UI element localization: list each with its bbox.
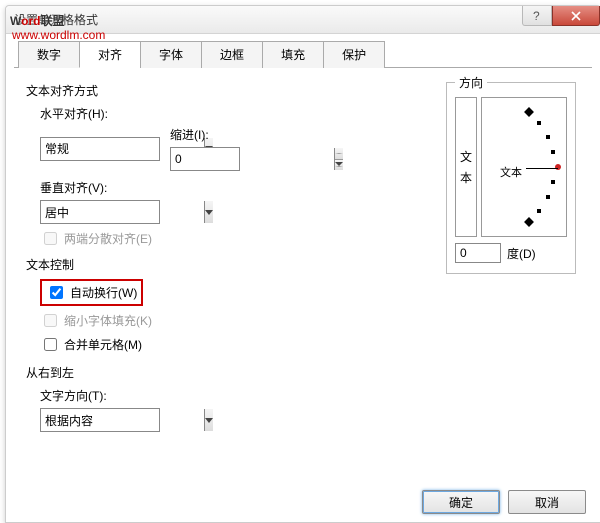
dial-text-label: 文本 xyxy=(500,164,522,180)
chevron-down-icon[interactable] xyxy=(204,409,213,431)
vertical-align-value[interactable] xyxy=(41,205,204,219)
close-button[interactable] xyxy=(552,6,600,26)
tab-font[interactable]: 字体 xyxy=(140,41,202,68)
wrap-text-input[interactable] xyxy=(50,286,63,299)
shrink-fit-input xyxy=(44,314,57,327)
titlebar: 设置单元格格式 ? xyxy=(6,6,600,34)
justify-distributed-input xyxy=(44,232,57,245)
degree-spinner[interactable] xyxy=(455,243,501,263)
vertical-text-box[interactable]: 文 本 xyxy=(455,97,477,237)
vertical-align-combo[interactable] xyxy=(40,200,160,224)
tab-border[interactable]: 边框 xyxy=(201,41,263,68)
orientation-legend: 方向 xyxy=(455,74,487,91)
dialog-window: 设置单元格格式 ? 数字 对齐 字体 边框 填充 保护 文本对齐方式 水平对齐(… xyxy=(5,5,600,523)
window-buttons: ? xyxy=(522,6,600,26)
merge-cells-input[interactable] xyxy=(44,338,57,351)
text-direction-combo[interactable] xyxy=(40,408,160,432)
degree-label: 度(D) xyxy=(507,245,536,262)
shrink-fit-checkbox[interactable]: 缩小字体填充(K) xyxy=(40,311,580,330)
indent-spinner[interactable] xyxy=(170,147,240,171)
shrink-fit-label: 缩小字体填充(K) xyxy=(64,312,152,329)
orientation-dial[interactable]: 文本 xyxy=(481,97,567,237)
rtl-controls: 文字方向(T): xyxy=(40,387,580,432)
tab-fill[interactable]: 填充 xyxy=(262,41,324,68)
client-area: 数字 对齐 字体 边框 填充 保护 文本对齐方式 水平对齐(H): 缩进(I): xyxy=(6,34,600,488)
window-title: 设置单元格格式 xyxy=(14,11,98,28)
indent-spin-buttons[interactable] xyxy=(334,148,343,170)
svg-text:?: ? xyxy=(533,11,540,21)
wrap-text-label: 自动换行(W) xyxy=(70,284,137,301)
help-button[interactable]: ? xyxy=(522,6,552,26)
orientation-pointer xyxy=(555,164,561,170)
tab-pane-alignment: 文本对齐方式 水平对齐(H): 缩进(I): xyxy=(14,68,592,480)
horizontal-align-combo[interactable] xyxy=(40,137,160,161)
chevron-down-icon[interactable] xyxy=(204,201,213,223)
indent-value[interactable] xyxy=(171,148,334,170)
wrap-text-checkbox[interactable]: 自动换行(W) xyxy=(46,283,137,302)
indent-group: 缩进(I): xyxy=(170,126,240,171)
tab-protect[interactable]: 保护 xyxy=(323,41,385,68)
merge-cells-checkbox[interactable]: 合并单元格(M) xyxy=(40,335,580,354)
cancel-button[interactable]: 取消 xyxy=(508,490,586,514)
tab-alignment[interactable]: 对齐 xyxy=(79,41,141,68)
orientation-group: 方向 文 本 xyxy=(446,74,576,274)
indent-label: 缩进(I): xyxy=(170,126,240,143)
wrap-text-highlight: 自动换行(W) xyxy=(40,279,143,306)
vertical-text-char2: 本 xyxy=(460,169,472,186)
tab-strip: 数字 对齐 字体 边框 填充 保护 xyxy=(14,40,592,68)
dialog-footer: 确定 取消 xyxy=(422,490,586,514)
text-direction-value[interactable] xyxy=(41,413,204,427)
merge-cells-label: 合并单元格(M) xyxy=(64,336,142,353)
textctrl-controls: 自动换行(W) 缩小字体填充(K) 合并单元格(M) xyxy=(40,279,580,354)
section-rtl: 从右到左 xyxy=(26,364,580,381)
vertical-text-char1: 文 xyxy=(460,148,472,165)
justify-distributed-label: 两端分散对齐(E) xyxy=(64,230,152,247)
ok-button[interactable]: 确定 xyxy=(422,490,500,514)
tab-number[interactable]: 数字 xyxy=(18,41,80,68)
text-direction-label: 文字方向(T): xyxy=(40,387,580,404)
